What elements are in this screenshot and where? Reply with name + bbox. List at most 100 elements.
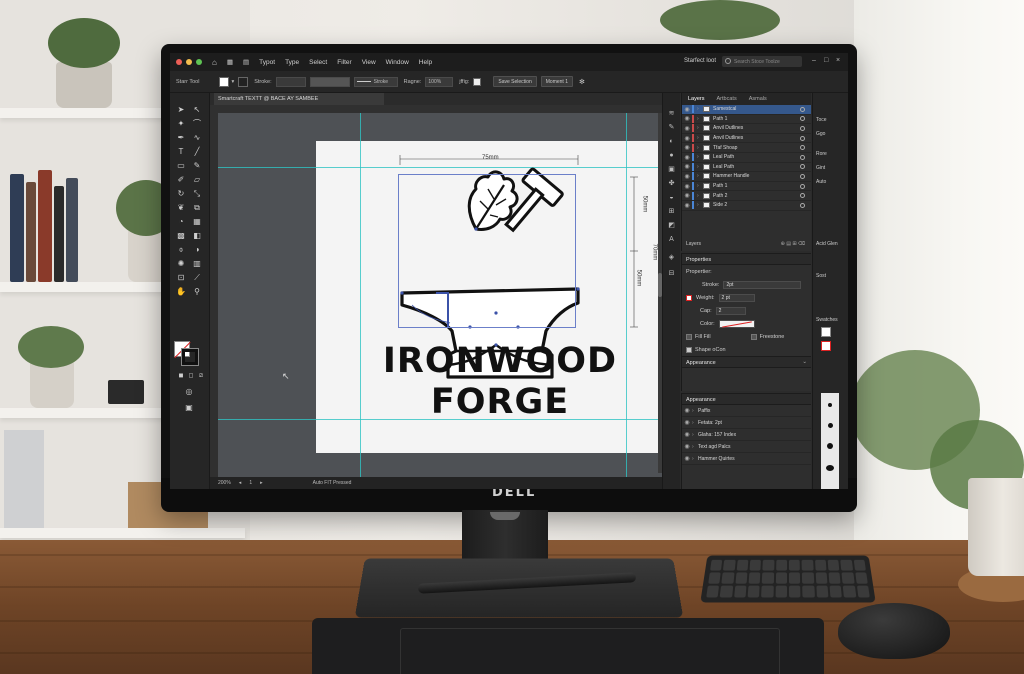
artboard-number[interactable]: 1 xyxy=(249,480,252,486)
stroke-color-swatch[interactable] xyxy=(181,348,199,366)
layer-row[interactable]: ◉ › Path 1 xyxy=(682,114,811,125)
lasso-tool-icon[interactable]: ⌒ xyxy=(192,119,202,129)
swatch-white[interactable] xyxy=(821,327,831,337)
logo-title-forge[interactable]: FORGE xyxy=(366,382,634,422)
appearance-section-header[interactable]: Appearance ⌄ xyxy=(682,356,811,368)
menu-item-help[interactable]: Help xyxy=(419,59,432,66)
panels-icon[interactable]: ▦ xyxy=(227,58,233,66)
eye-icon[interactable]: ◉ xyxy=(682,183,692,190)
zoom-tool-icon[interactable]: ⚲ xyxy=(192,287,202,297)
brush-tool-icon[interactable]: ✎ xyxy=(192,161,202,171)
save-selection-button[interactable]: Save Selection xyxy=(493,76,537,87)
fill-stroke-widget[interactable] xyxy=(174,341,199,366)
chevron-down-icon[interactable]: ▾ xyxy=(231,79,234,85)
symbol-sprayer-tool-icon[interactable]: ✺ xyxy=(176,259,186,269)
stroke-color-picker[interactable] xyxy=(718,319,755,328)
tab-artboards[interactable]: Artbcats xyxy=(711,96,743,102)
dock-label[interactable]: Toce xyxy=(816,117,827,123)
eye-icon[interactable]: ◉ xyxy=(682,163,692,170)
gradient-tool-icon[interactable]: ◧ xyxy=(192,231,202,241)
eye-icon[interactable]: ◉ xyxy=(682,115,692,122)
eye-icon[interactable]: ◉ xyxy=(682,144,692,151)
variable-width-field[interactable] xyxy=(309,76,350,87)
graph-tool-icon[interactable]: ▥ xyxy=(192,259,202,269)
artboards-panel-icon[interactable]: ⊟ xyxy=(667,269,676,278)
brush-panel-icon[interactable]: ✎ xyxy=(667,123,676,132)
artboard-tool-icon[interactable]: ⊡ xyxy=(176,273,186,283)
pathfinder-panel-icon[interactable]: ◩ xyxy=(667,221,676,230)
brush-presets[interactable] xyxy=(821,393,839,489)
home-icon[interactable]: ⌂ xyxy=(212,58,217,67)
menu-item-view[interactable]: View xyxy=(362,59,376,66)
dock-label[interactable]: Rore xyxy=(816,151,827,157)
curvature-tool-icon[interactable]: ∿ xyxy=(192,133,202,143)
default-colors-icon[interactable]: ◼ xyxy=(176,371,186,381)
symbols-panel-icon[interactable]: ✤ xyxy=(667,179,676,188)
close-icon[interactable]: × xyxy=(836,57,842,64)
menu-item-window[interactable]: Window xyxy=(386,59,409,66)
shape-builder-tool-icon[interactable]: ◔ xyxy=(176,217,186,227)
eye-icon[interactable]: ◉ xyxy=(682,407,692,414)
eye-icon[interactable]: ◉ xyxy=(682,125,692,132)
fill-swatch[interactable] xyxy=(219,76,230,87)
graphic-styles-icon[interactable]: ▣ xyxy=(667,165,676,174)
scale-tool-icon[interactable]: ⤡ xyxy=(192,189,202,199)
target-icon[interactable] xyxy=(800,116,805,122)
transparency-panel-icon[interactable]: ◒ xyxy=(667,193,676,202)
warp-tool-icon[interactable]: ❦ xyxy=(176,203,186,213)
arrange-icon[interactable]: ▤ xyxy=(243,58,249,66)
eye-icon[interactable]: ◉ xyxy=(682,192,692,199)
magic-wand-tool-icon[interactable]: ✦ xyxy=(176,119,186,129)
tab-layers[interactable]: Layers xyxy=(682,96,711,102)
workspace-switcher[interactable]: Starfect loot xyxy=(684,58,716,64)
eye-icon[interactable]: ◉ xyxy=(682,443,692,450)
eraser-tool-icon[interactable]: ▱ xyxy=(192,175,202,185)
close-window-button[interactable] xyxy=(176,59,182,65)
align-panel-icon[interactable]: ⊞ xyxy=(667,207,676,216)
brush-preset[interactable] xyxy=(826,465,834,471)
layer-row[interactable]: ◉ › Hammer Handle xyxy=(682,172,811,182)
layer-row[interactable]: ◉ › Anvil Dutlines xyxy=(682,124,811,134)
selection-bounding-box[interactable] xyxy=(398,174,576,328)
minimize-icon[interactable]: – xyxy=(812,57,818,64)
target-icon[interactable] xyxy=(800,145,805,151)
eye-icon[interactable]: ◉ xyxy=(682,135,692,142)
layer-row[interactable]: ◉ › Leal Path xyxy=(682,162,811,173)
mesh-tool-icon[interactable]: ▩ xyxy=(176,231,186,241)
layer-row[interactable]: ◉ › Tfaf Shoap xyxy=(682,143,811,153)
stroke-style-dropdown[interactable]: Stroke xyxy=(353,76,398,87)
settings-icon[interactable]: ✻ xyxy=(579,78,585,86)
menu-item-type[interactable]: Type xyxy=(285,59,299,66)
restore-icon[interactable]: □ xyxy=(824,57,830,64)
appearance-row[interactable]: ◉ › Text agd Palcs xyxy=(682,441,811,453)
layer-row[interactable]: ◉ › Leal Path xyxy=(682,153,811,163)
character-panel-icon[interactable]: A xyxy=(667,235,676,244)
layers-footer-icons[interactable]: ⊕ ▤ ⊞ ⌫ xyxy=(781,241,805,247)
slice-tool-icon[interactable]: ⟋ xyxy=(192,273,202,283)
layer-row[interactable]: ◉ › Anvil Dutlines xyxy=(682,134,811,144)
target-icon[interactable] xyxy=(800,135,805,141)
dock-label[interactable]: Ggo xyxy=(816,131,825,137)
ruler-horizontal[interactable] xyxy=(210,105,662,113)
eyedropper-tool-icon[interactable]: ⌽ xyxy=(176,245,186,255)
target-icon[interactable] xyxy=(800,164,805,170)
layer-row[interactable]: ◉ › Side 2 xyxy=(682,201,811,211)
eye-icon[interactable]: ◉ xyxy=(682,455,692,462)
dock-label[interactable]: Gint xyxy=(816,165,825,171)
eye-icon[interactable]: ◉ xyxy=(682,431,692,438)
dock-label[interactable]: Acid Glen xyxy=(816,241,838,247)
moment-button[interactable]: Moment 1 xyxy=(540,76,573,87)
target-icon[interactable] xyxy=(800,183,805,189)
color-panel-icon[interactable]: ● xyxy=(667,151,676,160)
draw-mode-icon[interactable]: ◎ xyxy=(184,387,194,397)
brush-preset[interactable] xyxy=(828,423,833,428)
target-icon[interactable] xyxy=(800,106,805,112)
document-tab[interactable]: Smartcraft TEXTT @ BACE AY SAMBEE xyxy=(214,93,384,105)
rectangle-tool-icon[interactable]: ▭ xyxy=(176,161,186,171)
opacity-field[interactable]: 100% xyxy=(425,76,454,87)
screen-mode-icon[interactable]: ▣ xyxy=(184,403,194,413)
free-transform-tool-icon[interactable]: ⧉ xyxy=(192,203,202,213)
target-icon[interactable] xyxy=(800,173,805,179)
appearance-row[interactable]: ◉ › Glaha: 157 Index xyxy=(682,429,811,441)
zoom-level[interactable]: 200% xyxy=(218,480,231,486)
